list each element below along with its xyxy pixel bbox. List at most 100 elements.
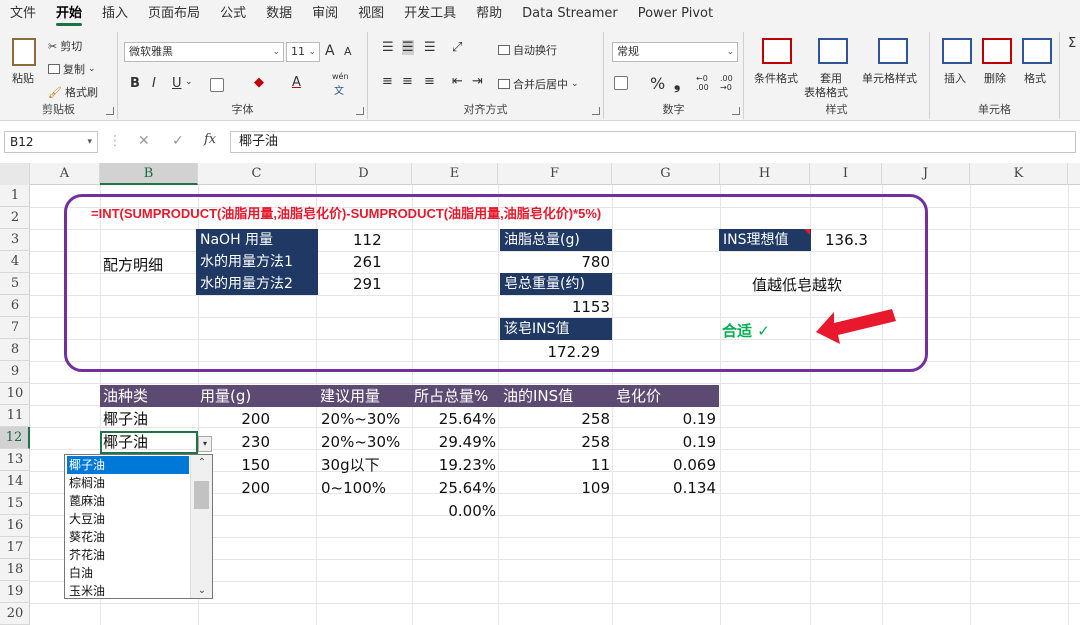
row-header[interactable]: 3 [0,229,30,251]
menu-home[interactable]: 开始 [46,0,92,28]
grow-font-button[interactable]: A [325,43,335,59]
menu-view[interactable]: 视图 [348,0,394,28]
cell-ins[interactable]: 109 [498,477,610,499]
header-suggested[interactable]: 建议用量 [320,385,380,407]
font-launcher[interactable] [356,107,364,115]
row-header[interactable]: 18 [0,559,30,581]
percent-button[interactable]: % [650,74,665,93]
insert-cells-icon[interactable] [942,38,972,64]
cell-styles-button[interactable]: 单元格样式 [862,70,917,86]
cell-suggested[interactable]: 30g以下 [321,454,411,476]
comma-button[interactable]: ❟ [674,74,680,94]
cell-ins[interactable]: 258 [498,408,610,430]
bold-button[interactable]: B [130,76,140,91]
soap-weight-label[interactable]: 皂总重量(约) [500,273,612,295]
col-header-i[interactable]: I [810,163,882,185]
row-header[interactable]: 8 [0,339,30,361]
border-icon[interactable] [210,78,224,92]
align-right-icon[interactable]: ≡ [424,74,435,89]
naoh-value[interactable]: 112 [353,229,382,251]
format-painter-button[interactable]: 🖌格式刷 [48,84,98,100]
row-header[interactable]: 19 [0,581,30,603]
cut-button[interactable]: ✂剪切 [48,38,82,54]
row-header[interactable]: 16 [0,515,30,537]
dropdown-option[interactable]: 棕榈油 [67,474,189,492]
row-header[interactable]: 20 [0,603,30,625]
wrap-text-button[interactable]: 自动换行 [498,42,557,58]
col-header-e[interactable]: E [412,163,498,185]
row-header[interactable]: 13 [0,449,30,471]
cell-percent[interactable]: 25.64% [412,477,496,499]
menu-insert[interactable]: 插入 [92,0,138,28]
accounting-icon[interactable] [614,76,628,90]
water1-value[interactable]: 261 [353,251,382,273]
menu-help[interactable]: 帮助 [466,0,512,28]
align-center-icon[interactable]: ≡ [402,74,413,89]
dropdown-option[interactable]: 大豆油 [67,510,189,528]
conditional-format-icon[interactable] [762,38,792,64]
naoh-label[interactable]: NaOH 用量 [196,229,318,251]
row-header[interactable]: 6 [0,295,30,317]
delete-cells-button[interactable]: 删除 [984,70,1006,86]
dropdown-scrollbar[interactable]: ⌃ ⌄ [190,455,212,598]
cancel-icon[interactable]: ✕ [138,133,150,149]
col-header-k[interactable]: K [970,163,1068,185]
phonetic-icon[interactable]: wén [332,72,349,81]
cell-total-percent[interactable]: 0.00% [412,500,496,522]
oil-total-value[interactable]: 780 [500,251,610,273]
scroll-down-icon[interactable]: ⌄ [191,585,213,596]
col-header-f[interactable]: F [498,163,612,185]
col-header-d[interactable]: D [316,163,412,185]
shrink-font-button[interactable]: A [344,45,352,58]
enter-icon[interactable]: ✓ [172,133,184,149]
menu-page-layout[interactable]: 页面布局 [138,0,210,28]
cell-saponification[interactable]: 0.134 [612,477,716,499]
dropdown-option[interactable]: 葵花油 [67,528,189,546]
cell-saponification[interactable]: 0.19 [612,408,716,430]
active-cell-b12[interactable] [100,431,198,454]
header-percent[interactable]: 所占总量% [414,385,488,407]
italic-button[interactable]: I [152,76,156,91]
format-cells-button[interactable]: 格式 [1024,70,1046,86]
cell-saponification[interactable]: 0.19 [612,431,716,453]
paste-button[interactable]: 粘贴 [12,70,34,86]
formula-input[interactable]: 椰子油 [230,131,1076,153]
fill-color-icon[interactable]: ◆ [254,75,264,90]
ins-label[interactable]: 该皂INS值 [500,318,612,340]
col-header-g[interactable]: G [612,163,720,185]
row-header[interactable]: 1 [0,185,30,207]
ins-ideal-value[interactable]: 136.3 [825,229,868,251]
format-cells-icon[interactable] [1022,38,1052,64]
row-header[interactable]: 17 [0,537,30,559]
align-left-icon[interactable]: ≡ [382,74,393,89]
number-format-combo[interactable]: 常规⌄ [612,42,738,62]
col-header-h[interactable]: H [720,163,810,185]
dropdown-option[interactable]: 玉米油 [67,582,189,600]
sum-icon[interactable]: Σ [1068,36,1076,51]
number-launcher[interactable] [732,107,740,115]
align-top-icon[interactable]: ☰ [382,40,394,55]
dropdown-option[interactable]: 白油 [67,564,189,582]
menu-review[interactable]: 审阅 [302,0,348,28]
ins-value[interactable]: 172.29 [500,341,600,363]
menu-file[interactable]: 文件 [0,0,46,28]
cell-percent[interactable]: 29.49% [412,431,496,453]
dropdown-option[interactable]: 椰子油 [67,456,189,474]
merge-center-button[interactable]: 合并后居中⌄ [498,76,579,92]
insert-cells-button[interactable]: 插入 [944,70,966,86]
header-saponification[interactable]: 皂化价 [616,385,661,407]
cell-styles-icon[interactable] [878,38,908,64]
menu-formulas[interactable]: 公式 [210,0,256,28]
name-box[interactable]: B12▾ [4,131,98,153]
row-header[interactable]: 2 [0,207,30,229]
cell-ins[interactable]: 11 [498,454,610,476]
col-header-c[interactable]: C [198,163,316,185]
table-format-icon[interactable] [818,38,848,64]
col-header-b[interactable]: B [100,163,198,185]
row-header[interactable]: 9 [0,361,30,383]
row-header[interactable]: 10 [0,383,30,405]
water2-value[interactable]: 291 [353,273,382,295]
ins-ideal-label[interactable]: INS理想值 [719,229,811,251]
clipboard-launcher[interactable] [106,107,114,115]
scroll-thumb[interactable] [194,481,209,509]
